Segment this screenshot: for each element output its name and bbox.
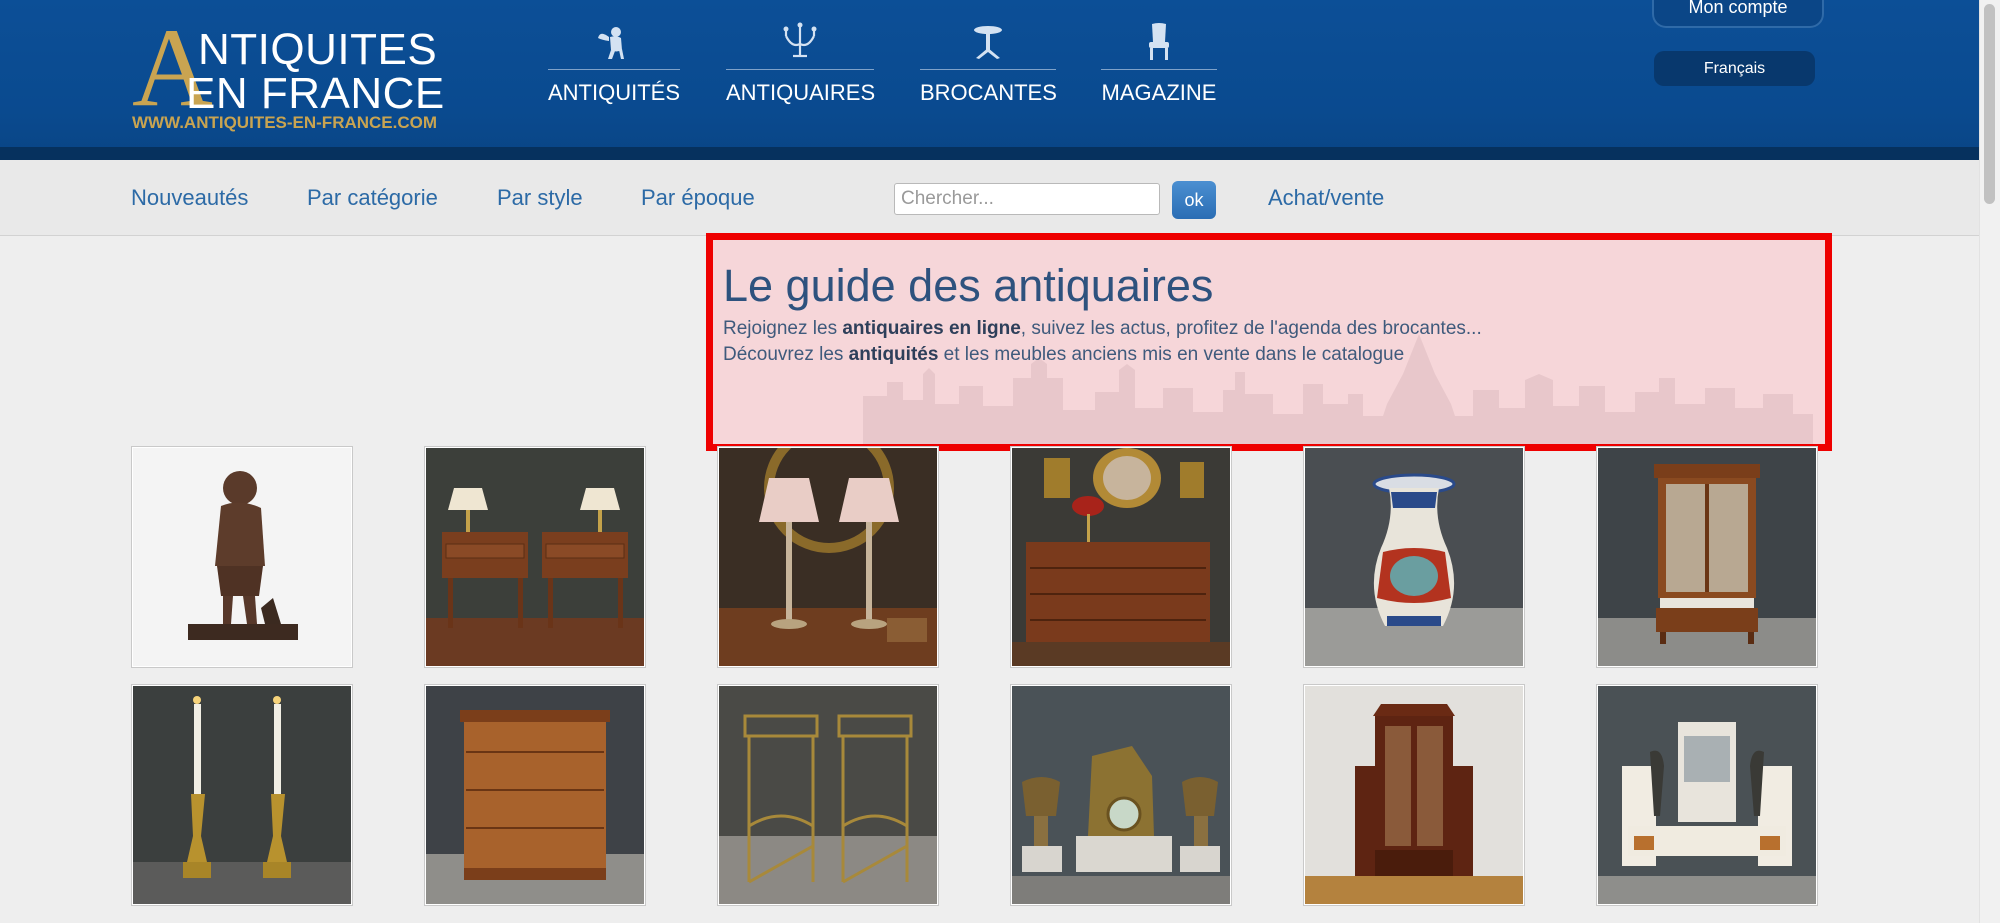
guide-intro-line-2: Découvrez les antiquités et les meubles … xyxy=(723,344,1405,365)
site-logo[interactable]: A NTIQUITES EN FRANCE WWW.ANTIQUITES-EN-… xyxy=(130,12,450,137)
guide-title: Le guide des antiquaires xyxy=(723,260,1214,311)
subnav-achat-vente[interactable]: Achat/vente xyxy=(1268,185,1384,211)
guide-banner: Le guide des antiquaires Rejoignez les a… xyxy=(706,233,1832,451)
guide-intro-line-1: Rejoignez les antiquaires en ligne, suiv… xyxy=(723,318,1482,339)
product-card-clock-garniture[interactable] xyxy=(1010,684,1232,906)
nav-antiquites-label: ANTIQUITÉS xyxy=(548,80,681,105)
scrollbar-thumb[interactable] xyxy=(1984,4,1995,204)
logo-line-1: NTIQUITES xyxy=(198,25,438,74)
subnav-par-categorie[interactable]: Par catégorie xyxy=(307,185,438,211)
site-header: A NTIQUITES EN FRANCE WWW.ANTIQUITES-EN-… xyxy=(0,0,1980,160)
language-selector[interactable]: Français xyxy=(1654,51,1815,86)
header-band xyxy=(0,147,1980,160)
table-icon xyxy=(974,26,1002,59)
account-button[interactable]: Mon compte xyxy=(1652,0,1824,28)
page-scrollbar[interactable] xyxy=(1979,0,2000,923)
chair-icon xyxy=(1149,23,1169,60)
nav-magazine-label: MAGAZINE xyxy=(1101,80,1217,105)
nav-antiquites[interactable]: ANTIQUITÉS xyxy=(548,22,680,112)
product-card-art-deco-clock[interactable] xyxy=(1596,684,1818,906)
product-card-bedside-tables[interactable] xyxy=(424,446,646,668)
product-card-side-tables[interactable] xyxy=(717,684,939,906)
search-input[interactable] xyxy=(894,183,1160,215)
product-card-imari-vase[interactable] xyxy=(1303,446,1525,668)
nav-magazine[interactable]: MAGAZINE xyxy=(1101,22,1217,112)
nav-antiquaires-label: ANTIQUAIRES xyxy=(726,80,876,105)
subnav-par-epoque[interactable]: Par époque xyxy=(641,185,755,211)
nav-brocantes-label: BROCANTES xyxy=(920,80,1057,105)
nav-brocantes[interactable]: BROCANTES xyxy=(920,22,1057,112)
link-antiquaires-en-ligne[interactable]: antiquaires en ligne xyxy=(842,318,1020,339)
product-card-chest-portrait[interactable] xyxy=(1010,446,1232,668)
logo-url: WWW.ANTIQUITES-EN-FRANCE.COM xyxy=(132,113,438,132)
product-card-candlesticks[interactable] xyxy=(131,684,353,906)
search-ok-button[interactable]: ok xyxy=(1172,181,1216,219)
product-image xyxy=(133,448,351,666)
link-antiquites[interactable]: antiquités xyxy=(849,344,939,365)
logo-line-2: EN FRANCE xyxy=(186,69,445,118)
subnav-par-style[interactable]: Par style xyxy=(497,185,583,211)
cherub-icon xyxy=(598,27,624,59)
nav-antiquaires[interactable]: ANTIQUAIRES xyxy=(726,22,876,112)
product-card-tall-bookcase[interactable] xyxy=(1303,684,1525,906)
subnav-nouveautes[interactable]: Nouveautés xyxy=(131,185,248,211)
candelabra-icon xyxy=(783,22,817,58)
product-card-display-cabinet[interactable] xyxy=(1596,446,1818,668)
secondary-nav: Nouveautés Par catégorie Par style Par é… xyxy=(0,160,1980,236)
product-card-chest-of-drawers[interactable] xyxy=(424,684,646,906)
product-card-bronze-statue[interactable] xyxy=(131,446,353,668)
product-card-table-lamps[interactable] xyxy=(717,446,939,668)
